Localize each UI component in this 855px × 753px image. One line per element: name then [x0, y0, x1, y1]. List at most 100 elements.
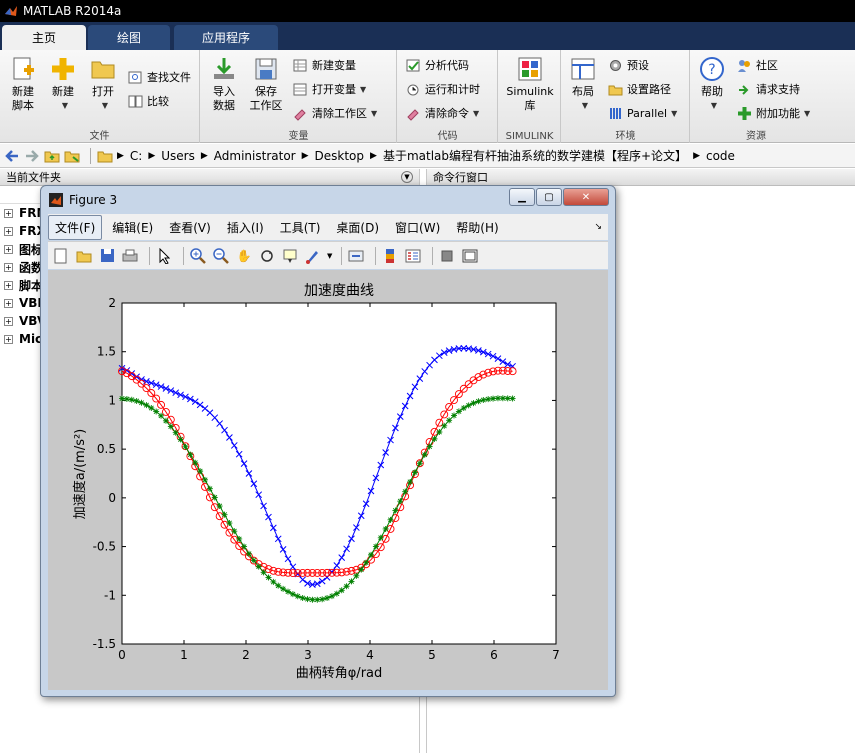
- pan-hand-icon[interactable]: ✋: [235, 247, 253, 265]
- breadcrumb-project[interactable]: 基于matlab编程有杆抽油系统的数学建模【程序+论文】: [383, 147, 687, 164]
- data-point: [416, 460, 423, 467]
- addons-button[interactable]: 附加功能 ▼: [737, 104, 810, 122]
- menu-insert[interactable]: 插入(I): [221, 216, 270, 239]
- data-point: [226, 520, 233, 527]
- x-axis-label: 曲柄转角φ/rad: [296, 666, 383, 681]
- toolbar-separator: [183, 246, 184, 265]
- browse-folder-icon[interactable]: [64, 148, 80, 164]
- command-window-header: 命令行窗口: [427, 169, 855, 186]
- zoom-in-icon[interactable]: [189, 247, 207, 265]
- x-tick-label: 3: [304, 648, 312, 662]
- brush-dropdown-icon[interactable]: ▼: [327, 252, 332, 260]
- menu-file[interactable]: 文件(F): [48, 214, 103, 240]
- new-button[interactable]: 新建 ▼: [46, 56, 80, 113]
- tab-home[interactable]: 主页: [2, 25, 86, 50]
- data-cursor-icon[interactable]: [281, 247, 299, 265]
- layout-button[interactable]: 布局 ▼: [566, 56, 600, 113]
- expand-plus-icon[interactable]: +: [4, 316, 13, 326]
- data-point: [221, 511, 228, 518]
- expand-plus-icon[interactable]: +: [4, 244, 13, 254]
- figure-toolbar: ✋ ▼: [48, 241, 608, 269]
- data-point: [402, 488, 409, 495]
- legend-icon[interactable]: [404, 247, 422, 265]
- parallel-button[interactable]: Parallel ▼: [608, 104, 677, 122]
- expand-plus-icon[interactable]: +: [4, 262, 13, 272]
- expand-plus-icon[interactable]: +: [4, 226, 13, 236]
- close-icon: ✕: [581, 191, 591, 203]
- colorbar-icon[interactable]: [381, 247, 399, 265]
- new-figure-icon[interactable]: [52, 247, 70, 265]
- minimize-button[interactable]: ▁: [509, 188, 535, 206]
- data-point: [211, 494, 218, 501]
- forward-arrow-icon[interactable]: [24, 148, 40, 164]
- tab-plots[interactable]: 绘图: [88, 25, 170, 50]
- clear-commands-button[interactable]: 清除命令 ▼: [406, 104, 479, 122]
- acceleration-chart[interactable]: 加速度曲线 曲柄转角φ/rad 加速度a/(m/s²) 0 1 2 3 4 5 6 7 -1.5…: [48, 270, 608, 690]
- open-file-icon[interactable]: [75, 247, 93, 265]
- link-plot-icon[interactable]: [347, 247, 365, 265]
- rotate-3d-icon[interactable]: [258, 247, 276, 265]
- zoom-out-icon[interactable]: [212, 247, 230, 265]
- breadcrumb-desktop[interactable]: Desktop: [315, 149, 365, 163]
- open-variable-button[interactable]: 打开变量 ▼: [293, 80, 366, 98]
- menu-tools[interactable]: 工具(T): [274, 216, 327, 239]
- data-point: [250, 557, 257, 564]
- breadcrumb-code[interactable]: code: [706, 149, 735, 163]
- breadcrumb-c[interactable]: C:: [130, 149, 142, 163]
- menu-desktop[interactable]: 桌面(D): [330, 216, 385, 239]
- open-button[interactable]: 打开 ▼: [86, 56, 120, 113]
- new-variable-button[interactable]: 新建变量: [293, 56, 356, 74]
- svg-text:?: ?: [708, 62, 715, 78]
- tab-apps[interactable]: 应用程序: [174, 25, 278, 50]
- show-plot-tools-icon[interactable]: [461, 247, 479, 265]
- new-script-button[interactable]: 新建 脚本: [6, 56, 40, 113]
- data-point: [123, 396, 130, 403]
- close-button[interactable]: ✕: [563, 188, 609, 206]
- save-figure-icon[interactable]: [98, 247, 116, 265]
- data-point: [202, 476, 209, 483]
- breadcrumb-administrator[interactable]: Administrator: [214, 149, 296, 163]
- expand-plus-icon[interactable]: +: [4, 334, 13, 344]
- save-workspace-button[interactable]: 保存 工作区: [245, 56, 287, 113]
- clear-commands-label: 清除命令: [425, 107, 469, 120]
- back-arrow-icon[interactable]: [4, 148, 20, 164]
- community-button[interactable]: 社区: [737, 56, 778, 74]
- expand-plus-icon[interactable]: +: [4, 208, 13, 218]
- data-point: [119, 395, 125, 402]
- menu-window[interactable]: 窗口(W): [389, 216, 446, 239]
- x-tick-label: 0: [118, 648, 126, 662]
- x-tick-label: 2: [242, 648, 250, 662]
- expand-plus-icon[interactable]: +: [4, 298, 13, 308]
- request-support-button[interactable]: 请求支持: [737, 80, 800, 98]
- panel-menu-icon[interactable]: ▼: [401, 171, 413, 183]
- brush-icon[interactable]: [304, 247, 322, 265]
- compare-button[interactable]: 比较: [128, 92, 169, 110]
- hide-plot-tools-icon[interactable]: [438, 247, 456, 265]
- help-icon: ?: [700, 57, 724, 81]
- expand-plus-icon[interactable]: +: [4, 280, 13, 290]
- analyze-code-button[interactable]: 分析代码: [406, 56, 469, 74]
- up-folder-icon[interactable]: [44, 148, 60, 164]
- menu-view[interactable]: 查看(V): [163, 216, 217, 239]
- run-time-button[interactable]: 运行和计时: [406, 80, 480, 98]
- set-path-button[interactable]: 设置路径: [608, 80, 671, 98]
- menu-edit[interactable]: 编辑(E): [106, 216, 159, 239]
- select-arrow-icon[interactable]: [155, 247, 173, 265]
- find-files-label: 查找文件: [147, 71, 191, 84]
- help-button[interactable]: ? 帮助 ▼: [695, 56, 729, 113]
- clear-workspace-button[interactable]: 清除工作区 ▼: [293, 104, 377, 122]
- maximize-button[interactable]: ▢: [536, 188, 562, 206]
- print-icon[interactable]: [121, 247, 139, 265]
- breadcrumb-users[interactable]: Users: [161, 149, 195, 163]
- new-variable-label: 新建变量: [312, 59, 356, 72]
- preferences-button[interactable]: 预设: [608, 56, 649, 74]
- simulink-library-button[interactable]: Simulink 库: [503, 56, 557, 113]
- request-support-icon: [739, 84, 749, 95]
- set-path-icon: [608, 85, 623, 95]
- community-icon: [738, 59, 750, 72]
- layout-dropdown-icon: ▼: [581, 101, 589, 110]
- menu-help[interactable]: 帮助(H): [450, 216, 504, 239]
- menu-dock-arrow-icon[interactable]: ↘: [594, 222, 602, 232]
- import-data-button[interactable]: 导入 数据: [207, 56, 241, 113]
- find-files-button[interactable]: 查找文件: [128, 68, 191, 86]
